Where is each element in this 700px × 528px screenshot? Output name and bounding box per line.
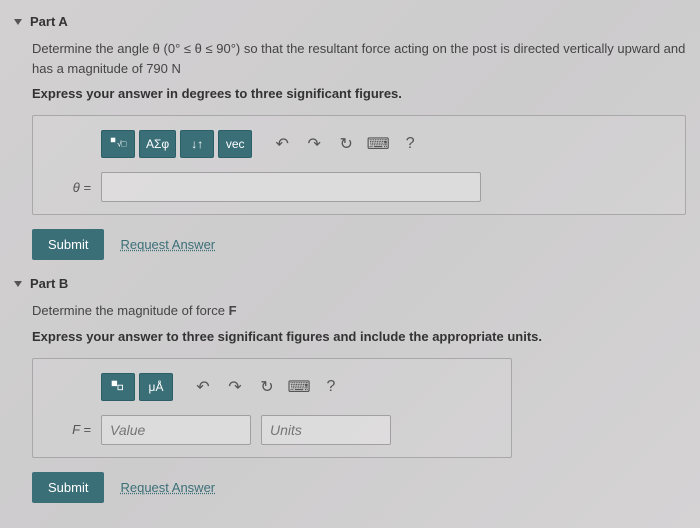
greek-button[interactable]: ΑΣφ bbox=[139, 130, 176, 158]
part-b-toolbar: μÅ ↶ ↷ ↻ ⌨ ? bbox=[101, 373, 499, 401]
units-button[interactable]: μÅ bbox=[139, 373, 173, 401]
units-input[interactable] bbox=[261, 415, 391, 445]
part-a-instruction: Express your answer in degrees to three … bbox=[32, 86, 686, 101]
keyboard-button[interactable]: ⌨ bbox=[364, 130, 392, 158]
vector-button[interactable]: vec bbox=[218, 130, 252, 158]
part-b-problem: Determine the magnitude of force F bbox=[32, 301, 686, 321]
help-button[interactable]: ? bbox=[317, 373, 345, 401]
part-b-title: Part B bbox=[30, 276, 68, 291]
reset-button[interactable]: ↻ bbox=[253, 373, 281, 401]
help-button[interactable]: ? bbox=[396, 130, 424, 158]
theta-input[interactable] bbox=[101, 172, 481, 202]
part-a-submit-row: Submit Request Answer bbox=[32, 229, 686, 260]
keyboard-button[interactable]: ⌨ bbox=[285, 373, 313, 401]
redo-button[interactable]: ↷ bbox=[300, 130, 328, 158]
part-b-instruction: Express your answer to three significant… bbox=[32, 329, 686, 344]
part-a-header[interactable]: Part A bbox=[14, 14, 686, 29]
caret-down-icon bbox=[14, 19, 22, 25]
template-button[interactable] bbox=[101, 373, 135, 401]
part-b-submit-row: Submit Request Answer bbox=[32, 472, 686, 503]
part-a-answer-box: √□ ΑΣφ ↓↑ vec ↶ ↷ ↻ ⌨ ? θ = bbox=[32, 115, 686, 215]
undo-button[interactable]: ↶ bbox=[189, 373, 217, 401]
undo-button[interactable]: ↶ bbox=[268, 130, 296, 158]
submit-button[interactable]: Submit bbox=[32, 472, 104, 503]
request-answer-link[interactable]: Request Answer bbox=[120, 237, 215, 252]
redo-button[interactable]: ↷ bbox=[221, 373, 249, 401]
template-icon bbox=[109, 378, 127, 396]
part-b-body: Determine the magnitude of force F Expre… bbox=[14, 301, 686, 503]
reset-button[interactable]: ↻ bbox=[332, 130, 360, 158]
part-a-toolbar: √□ ΑΣφ ↓↑ vec ↶ ↷ ↻ ⌨ ? bbox=[101, 130, 673, 158]
part-b-header[interactable]: Part B bbox=[14, 276, 686, 291]
force-label: F = bbox=[45, 422, 91, 437]
value-input[interactable] bbox=[101, 415, 251, 445]
part-b-answer-box: μÅ ↶ ↷ ↻ ⌨ ? F = bbox=[32, 358, 512, 458]
submit-button[interactable]: Submit bbox=[32, 229, 104, 260]
part-a-body: Determine the angle θ (0° ≤ θ ≤ 90°) so … bbox=[14, 39, 686, 260]
part-a-problem: Determine the angle θ (0° ≤ θ ≤ 90°) so … bbox=[32, 39, 686, 78]
svg-text:√□: √□ bbox=[117, 140, 126, 149]
template-button[interactable]: √□ bbox=[101, 130, 135, 158]
caret-down-icon bbox=[14, 281, 22, 287]
template-icon: √□ bbox=[109, 135, 127, 153]
part-a-input-row: θ = bbox=[45, 172, 673, 202]
part-b-input-row: F = bbox=[45, 415, 499, 445]
theta-label: θ = bbox=[45, 180, 91, 195]
subscript-button[interactable]: ↓↑ bbox=[180, 130, 214, 158]
part-a-title: Part A bbox=[30, 14, 68, 29]
request-answer-link[interactable]: Request Answer bbox=[120, 480, 215, 495]
